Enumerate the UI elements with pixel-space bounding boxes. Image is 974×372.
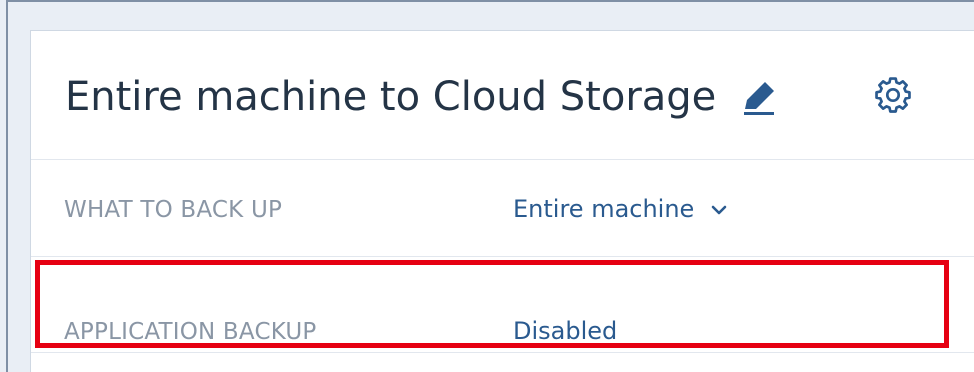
what-to-back-up-label: WHAT TO BACK UP — [64, 197, 283, 223]
application-backup-row: APPLICATION BACKUP Disabled — [31, 257, 974, 353]
what-to-back-up-value: Entire machine — [513, 195, 695, 223]
card-header: Entire machine to Cloud Storage — [31, 31, 974, 160]
what-to-back-up-row: WHAT TO BACK UP Entire machine — [31, 159, 974, 257]
window-left-border — [6, 0, 8, 372]
application-backup-value[interactable]: Disabled — [513, 317, 617, 345]
pencil-icon[interactable] — [739, 77, 779, 117]
what-to-back-up-dropdown[interactable]: Entire machine — [513, 195, 728, 223]
backup-plan-card: Entire machine to Cloud Storage WHAT TO … — [30, 30, 974, 372]
window-top-border — [6, 0, 974, 2]
plan-title: Entire machine to Cloud Storage — [65, 69, 779, 123]
application-backup-label: APPLICATION BACKUP — [64, 319, 317, 345]
gear-icon[interactable] — [874, 76, 912, 114]
chevron-down-icon — [711, 205, 727, 215]
plan-title-text: Entire machine to Cloud Storage — [65, 74, 717, 120]
